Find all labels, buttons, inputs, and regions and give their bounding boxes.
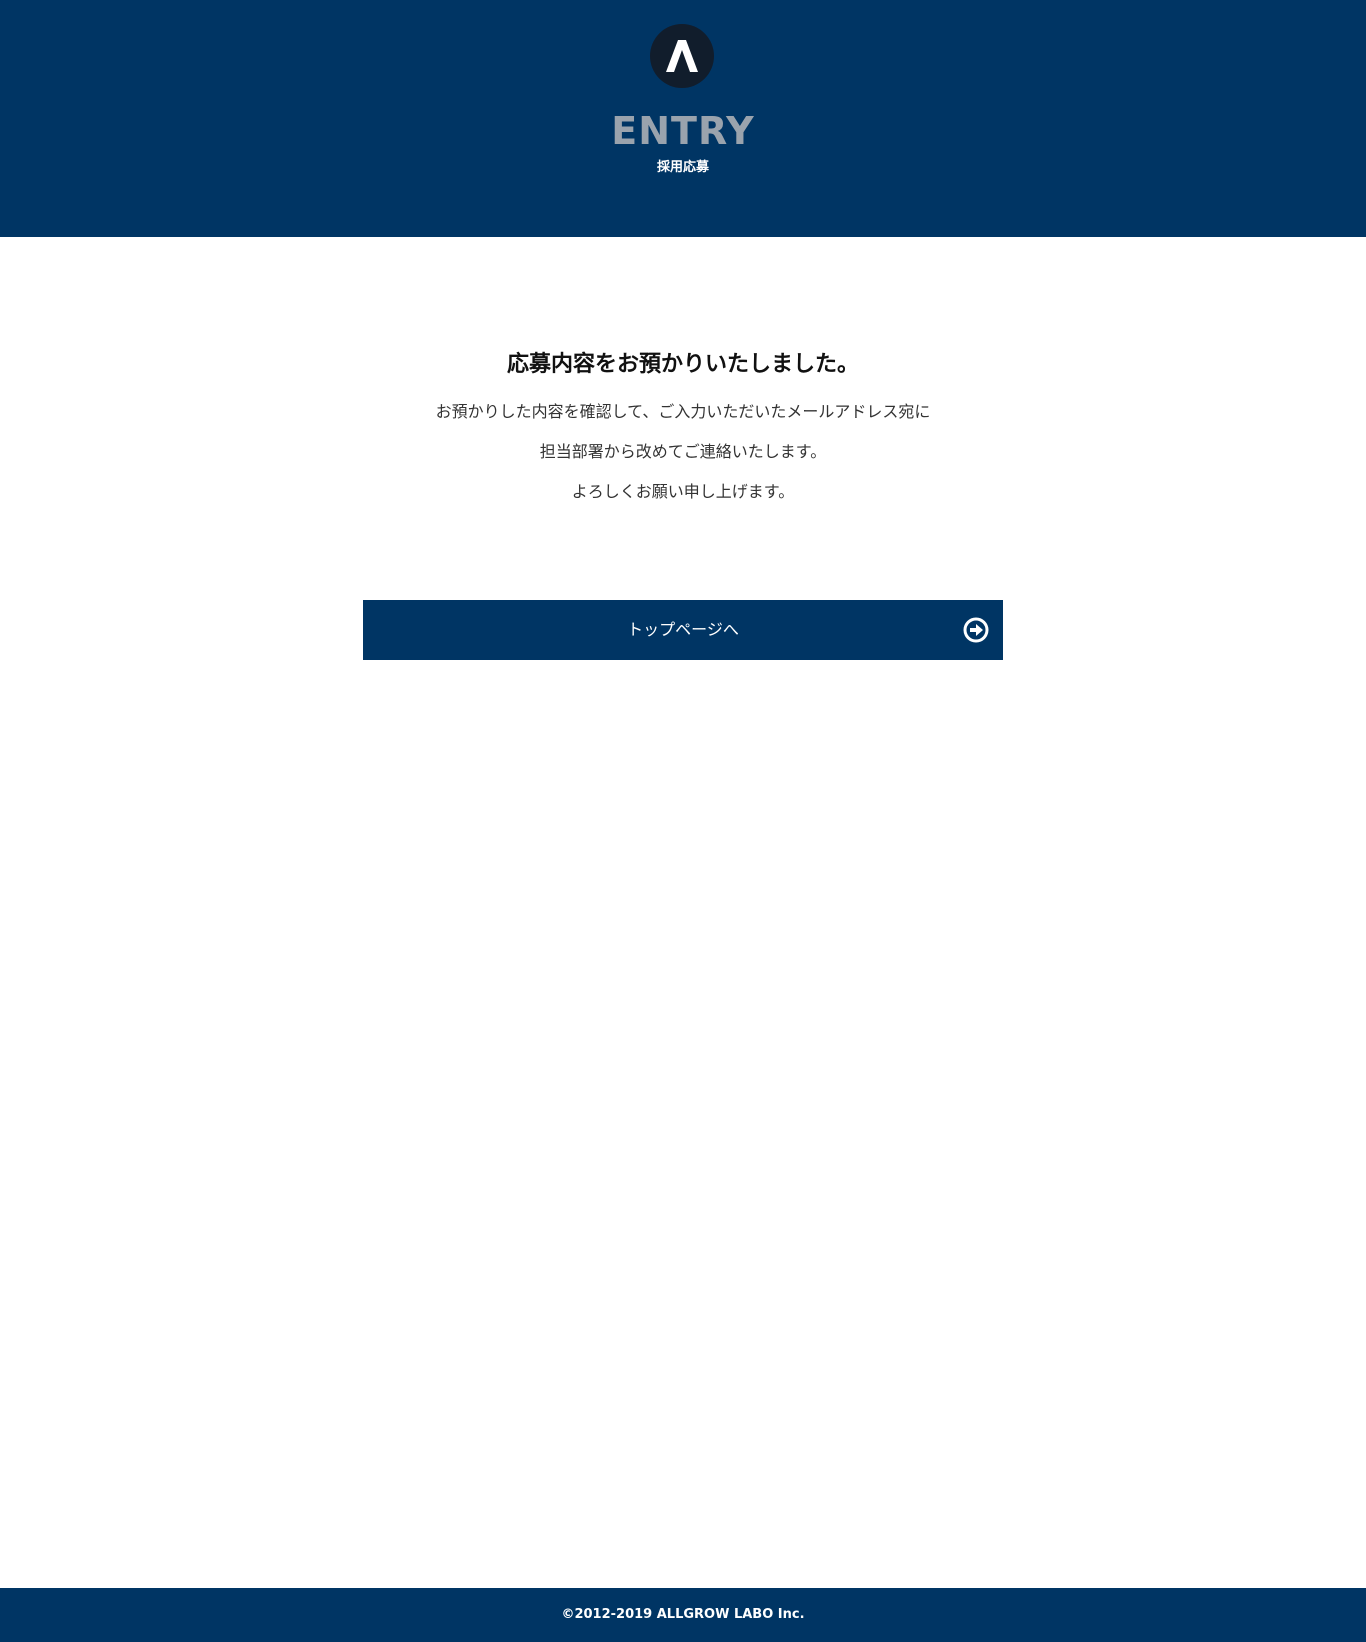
completion-heading: 応募内容をお預かりいたしました。 <box>506 351 859 377</box>
top-page-button[interactable]: トップページへ <box>363 600 1003 660</box>
message-line: 担当部署から改めてご連絡いたします。 <box>539 442 827 461</box>
page-title: ENTRY <box>611 109 755 153</box>
allgrow-logo-icon[interactable] <box>650 24 714 88</box>
message-line: お預かりした内容を確認して、ご入力いただいたメールアドレス宛に <box>435 402 931 421</box>
page-header: ENTRY 採用応募 <box>0 0 1366 237</box>
completion-message: お預かりした内容を確認して、ご入力いただいたメールアドレス宛に 担当部署から改め… <box>0 392 1366 512</box>
logo-mark-icon <box>666 40 698 72</box>
arrow-circle-right-icon <box>963 617 989 643</box>
page-footer: ©2012-2019 ALLGROW LABO Inc. <box>0 1588 1366 1642</box>
copyright-text: ©2012-2019 ALLGROW LABO Inc. <box>561 1607 805 1622</box>
message-line: よろしくお願い申し上げます。 <box>571 482 795 501</box>
top-page-button-label: トップページへ <box>627 620 739 639</box>
page-subtitle: 採用応募 <box>656 160 709 175</box>
